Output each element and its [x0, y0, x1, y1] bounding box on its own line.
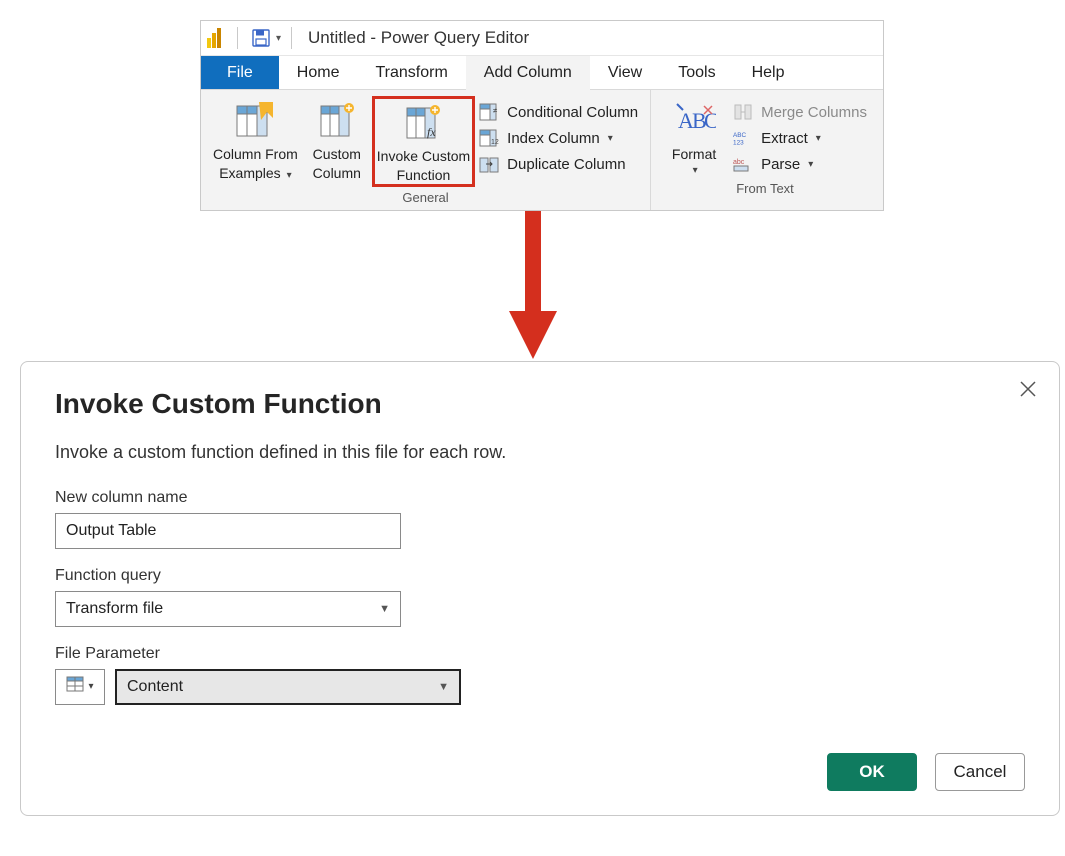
new-column-name-label: New column name	[55, 489, 1025, 507]
column-from-examples-button[interactable]: Column From Examples ▾	[209, 96, 302, 184]
group-label-from-text: From Text	[736, 178, 794, 199]
table-icon	[66, 676, 84, 697]
function-query-select[interactable]: Transform file ▼	[55, 591, 401, 627]
custom-column-icon	[315, 100, 359, 140]
invoke-custom-function-dialog: Invoke Custom Function Invoke a custom f…	[20, 361, 1060, 816]
format-button[interactable]: A B C Format ▾	[659, 96, 729, 178]
column-from-examples-icon	[233, 100, 277, 140]
titlebar: ▾ Untitled - Power Query Editor	[201, 21, 883, 55]
merge-columns-icon	[733, 102, 755, 122]
power-query-editor-window: ▾ Untitled - Power Query Editor File Hom…	[200, 20, 884, 211]
tab-help[interactable]: Help	[734, 56, 803, 89]
separator	[237, 27, 238, 49]
annotation-arrow	[10, 211, 1055, 361]
save-button[interactable]	[248, 25, 274, 51]
ribbon-body: Column From Examples ▾	[201, 89, 883, 210]
separator	[291, 27, 292, 49]
qat-dropdown-icon[interactable]: ▾	[276, 33, 281, 44]
svg-text:ABC: ABC	[733, 132, 747, 139]
svg-text:abc: abc	[733, 159, 745, 166]
new-column-name-input[interactable]: Output Table	[55, 513, 401, 549]
conditional-column-button[interactable]: ≠ Conditional Column	[479, 102, 638, 122]
close-button[interactable]	[1015, 376, 1041, 408]
extract-button[interactable]: ABC 123 Extract ▾	[733, 128, 867, 148]
ribbon-tabs: File Home Transform Add Column View Tool…	[201, 55, 883, 89]
ribbon-group-general: Column From Examples ▾	[201, 90, 651, 210]
group-label-general: General	[402, 187, 448, 208]
chevron-down-icon: ▾	[88, 681, 93, 692]
format-icon: A B C	[672, 100, 716, 140]
parameter-type-button[interactable]: ▾	[55, 669, 105, 705]
function-query-label: Function query	[55, 567, 1025, 585]
tab-add-column[interactable]: Add Column	[466, 56, 590, 89]
extract-icon: ABC 123	[733, 128, 755, 148]
tab-file[interactable]: File	[201, 56, 279, 89]
chevron-down-icon: ▾	[816, 133, 821, 144]
chevron-down-icon: ▾	[808, 159, 813, 170]
dialog-title: Invoke Custom Function	[55, 388, 1025, 420]
duplicate-column-icon	[479, 154, 501, 174]
custom-column-button[interactable]: Custom Column	[302, 96, 372, 184]
dialog-description: Invoke a custom function defined in this…	[55, 442, 1025, 463]
chevron-down-icon: ▼	[379, 603, 390, 615]
chevron-down-icon: ▾	[287, 170, 292, 181]
invoke-custom-function-button[interactable]: fx Invoke Custom Function	[372, 96, 475, 187]
powerbi-logo-icon	[207, 28, 227, 48]
index-column-icon: 12	[479, 128, 501, 148]
chevron-down-icon: ▾	[693, 165, 698, 176]
tab-tools[interactable]: Tools	[660, 56, 733, 89]
parse-icon: abc	[733, 154, 755, 174]
parse-button[interactable]: abc Parse ▾	[733, 154, 867, 174]
file-parameter-label: File Parameter	[55, 645, 1025, 663]
svg-text:fx: fx	[427, 125, 436, 139]
invoke-custom-function-icon: fx	[401, 102, 445, 142]
file-parameter-select[interactable]: Content ▼	[115, 669, 461, 705]
cancel-button[interactable]: Cancel	[935, 753, 1025, 791]
tab-view[interactable]: View	[590, 56, 660, 89]
ribbon-group-from-text: A B C Format ▾	[651, 90, 879, 210]
conditional-column-icon: ≠	[479, 102, 501, 122]
svg-text:≠: ≠	[493, 106, 498, 115]
index-column-button[interactable]: 12 Index Column ▾	[479, 128, 638, 148]
merge-columns-button: Merge Columns	[733, 102, 867, 122]
tab-transform[interactable]: Transform	[357, 56, 465, 89]
svg-text:123: 123	[733, 139, 744, 146]
chevron-down-icon: ▾	[608, 133, 613, 144]
ok-button[interactable]: OK	[827, 753, 917, 791]
tab-home[interactable]: Home	[279, 56, 358, 89]
svg-text:12: 12	[491, 139, 499, 146]
duplicate-column-button[interactable]: Duplicate Column	[479, 154, 638, 174]
window-title: Untitled - Power Query Editor	[308, 28, 529, 48]
chevron-down-icon: ▼	[438, 681, 449, 693]
